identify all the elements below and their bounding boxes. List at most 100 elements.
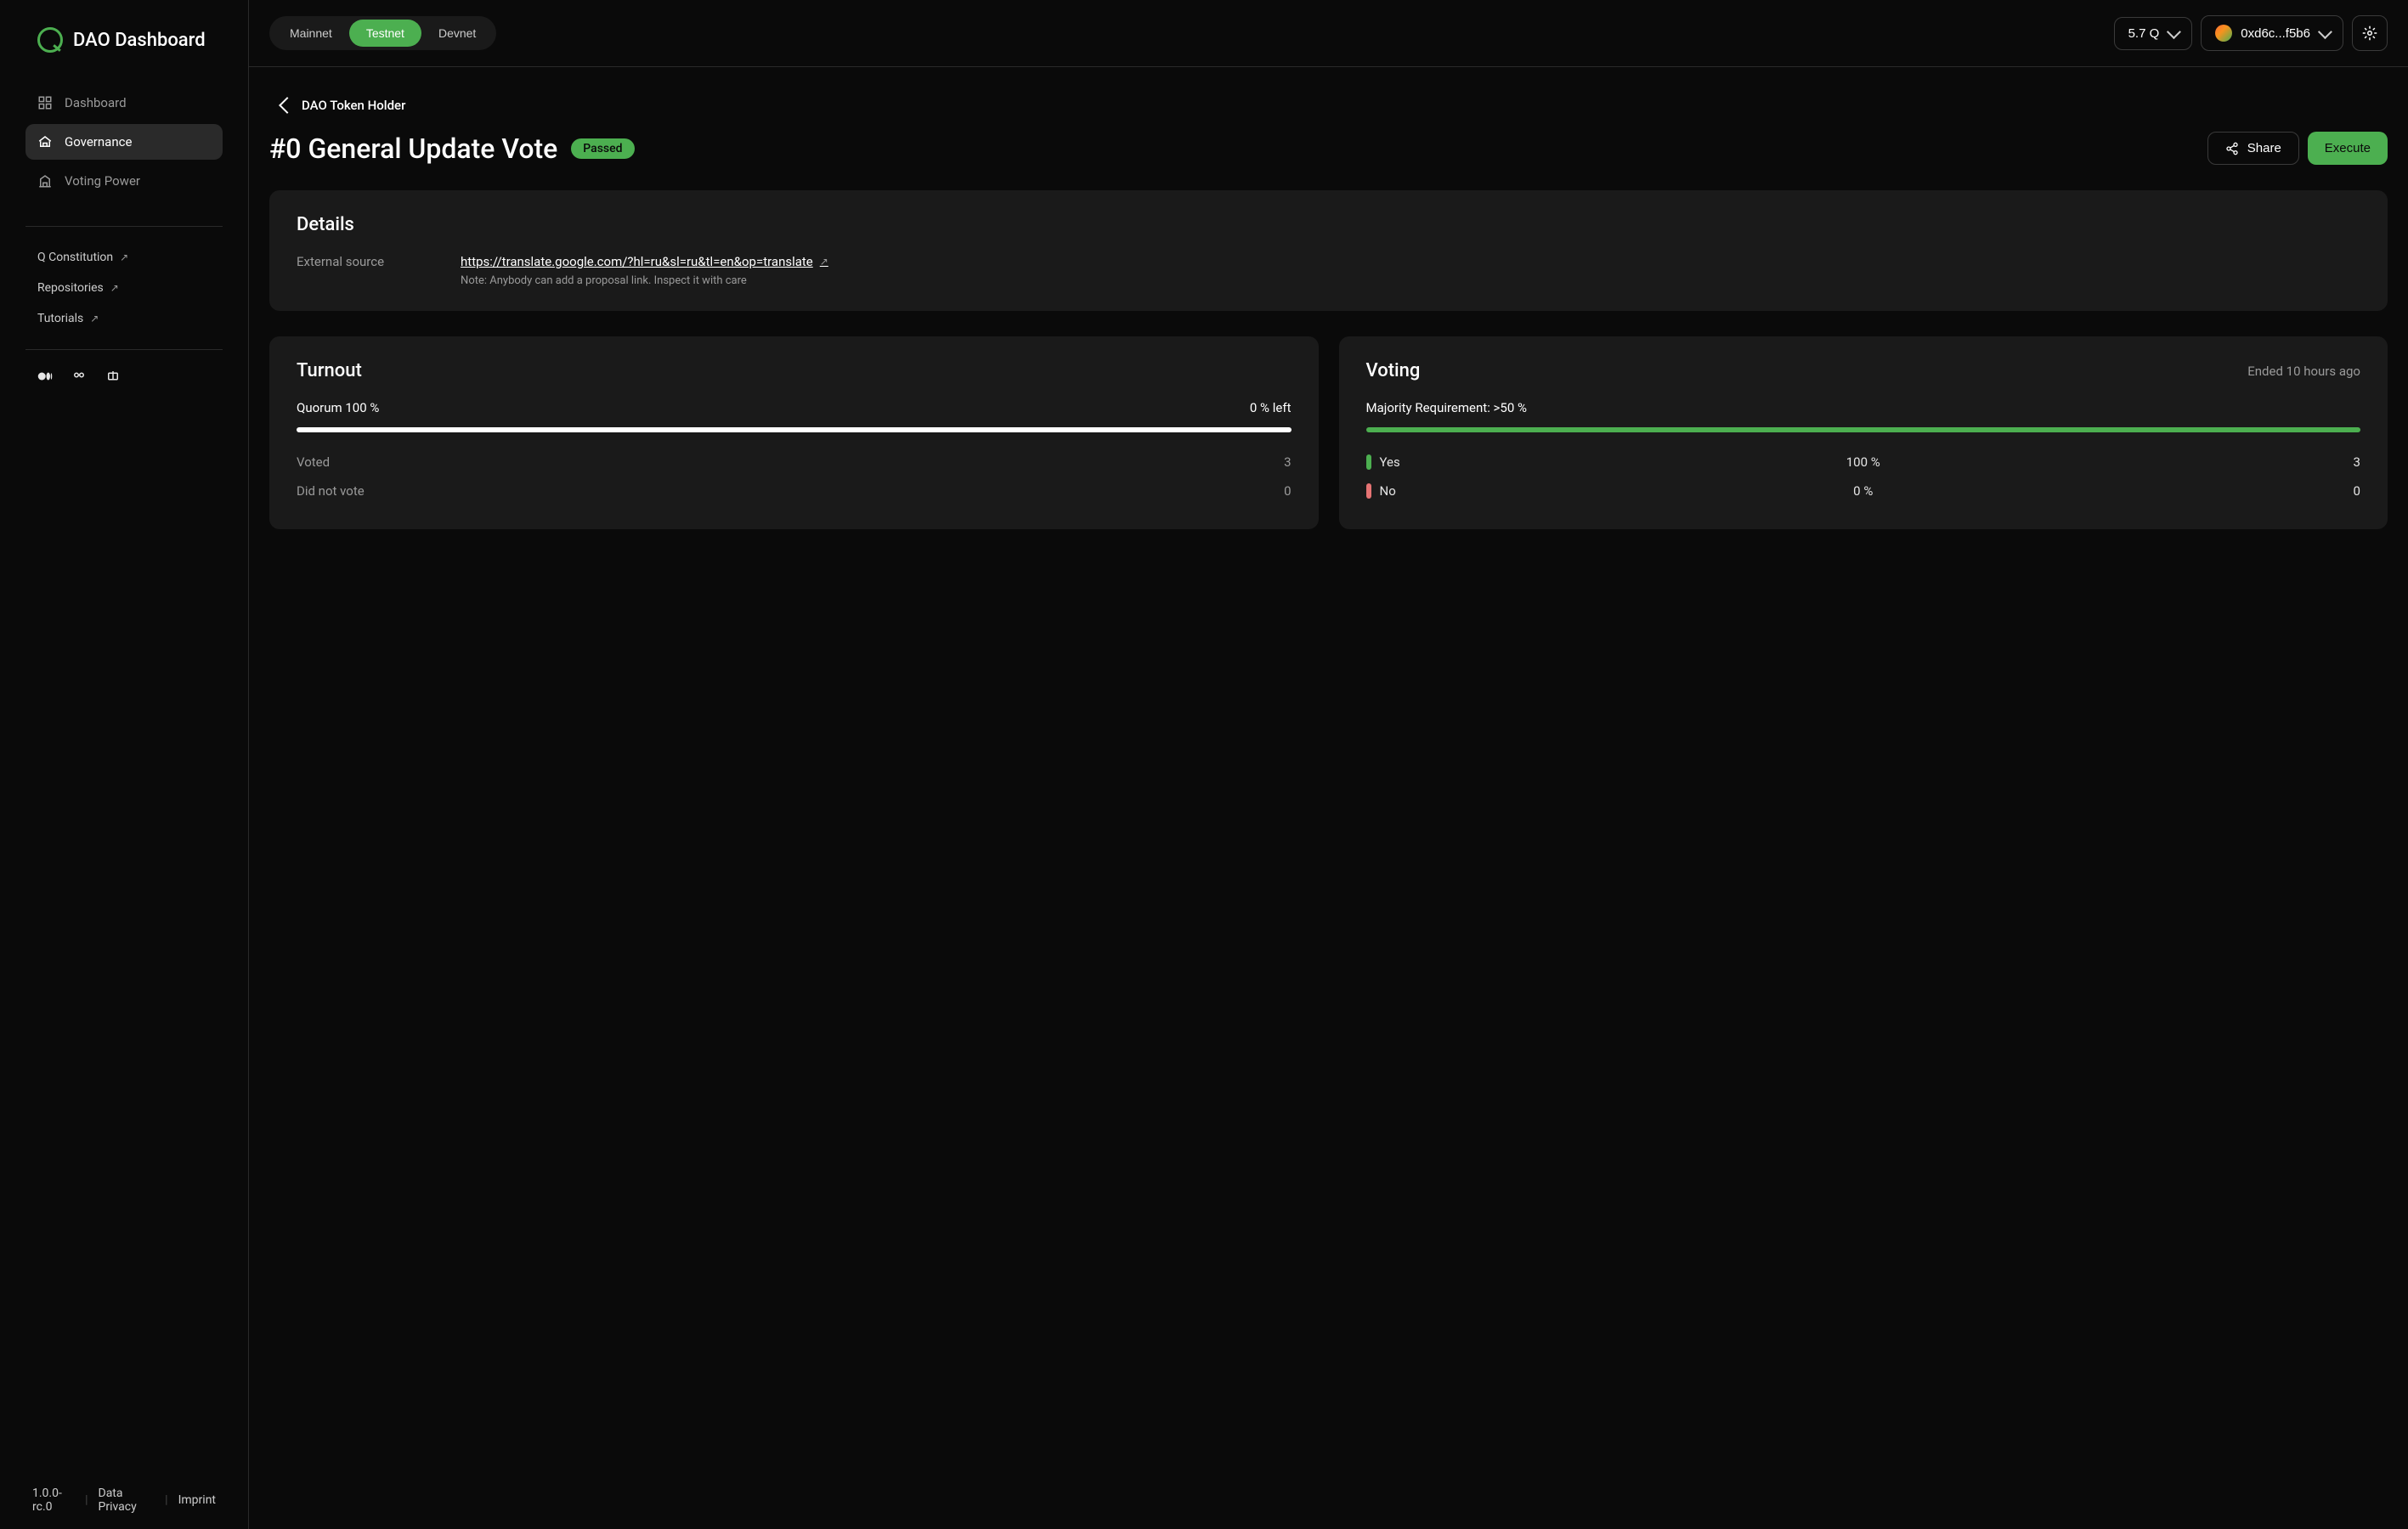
voting-progress-fill	[1366, 427, 2361, 432]
majority-row: Majority Requirement: >50 %	[1366, 400, 2361, 415]
ext-link-tutorials[interactable]: Tutorials ↗	[0, 303, 248, 334]
medium-icon[interactable]	[37, 369, 53, 384]
settings-button[interactable]	[2352, 15, 2388, 51]
voting-title: Voting	[1366, 360, 1421, 381]
sidebar-nav: Dashboard Governance Voting Power	[0, 76, 248, 211]
ext-link-label: Q Constitution	[37, 251, 113, 264]
share-icon	[2225, 142, 2239, 155]
gear-icon	[2362, 25, 2377, 41]
external-source-link[interactable]: https://translate.google.com/?hl=ru&sl=r…	[461, 254, 828, 269]
no-percent: 0 %	[1698, 483, 2029, 499]
yes-percent: 100 %	[1698, 454, 2029, 470]
heading-actions: Share Execute	[2207, 132, 2388, 165]
page-content: DAO Token Holder #0 General Update Vote …	[249, 67, 2408, 558]
share-label: Share	[2247, 141, 2281, 155]
sidebar-item-label: Governance	[65, 134, 132, 150]
sidebar-item-dashboard[interactable]: Dashboard	[25, 85, 223, 121]
page-heading-row: #0 General Update Vote Passed Share Exec…	[269, 132, 2388, 190]
no-label: No	[1380, 483, 1396, 499]
ext-link-label: Tutorials	[37, 312, 83, 325]
topbar: Mainnet Testnet Devnet 5.7 Q 0xd6c...f5b…	[249, 0, 2408, 67]
source-url-text: https://translate.google.com/?hl=ru&sl=r…	[461, 254, 813, 269]
vote-yes-row: Yes 100 % 3	[1366, 448, 2361, 477]
discord-icon[interactable]	[71, 369, 87, 384]
external-source-row: External source https://translate.google…	[297, 254, 2360, 287]
yes-label: Yes	[1380, 454, 1400, 470]
imprint-link[interactable]: Imprint	[178, 1493, 216, 1507]
wallet-address-label: 0xd6c...f5b6	[2241, 26, 2310, 41]
voted-row: Voted 3	[297, 448, 1292, 477]
did-not-vote-row: Did not vote 0	[297, 477, 1292, 505]
share-button[interactable]: Share	[2207, 132, 2299, 165]
external-link-icon: ↗	[820, 256, 828, 268]
majority-label: Majority Requirement: >50 %	[1366, 400, 1527, 415]
network-switch: Mainnet Testnet Devnet	[269, 16, 496, 50]
reddit-icon[interactable]	[105, 369, 121, 384]
quorum-label: Quorum 100 %	[297, 400, 379, 415]
sidebar-divider	[25, 349, 223, 350]
privacy-link[interactable]: Data Privacy	[99, 1487, 155, 1514]
yes-dot-icon	[1366, 454, 1371, 470]
turnout-progress-fill	[297, 427, 1292, 432]
page-title: #0 General Update Vote	[269, 133, 557, 165]
governance-icon	[37, 134, 53, 150]
main-content-area: Mainnet Testnet Devnet 5.7 Q 0xd6c...f5b…	[249, 0, 2408, 1529]
wallet-avatar-icon	[2215, 25, 2232, 42]
voting-card: Voting Ended 10 hours ago Majority Requi…	[1339, 336, 2388, 529]
sidebar-footer: 1.0.0-rc.0 | Data Privacy | Imprint	[0, 1487, 248, 1514]
ext-link-label: Repositories	[37, 281, 104, 295]
sidebar-item-voting-power[interactable]: Voting Power	[25, 163, 223, 199]
app-logo-icon	[37, 27, 63, 53]
execute-label: Execute	[2325, 141, 2371, 155]
no-dot-icon	[1366, 483, 1371, 499]
chevron-down-icon	[2318, 25, 2332, 39]
sidebar-item-governance[interactable]: Governance	[25, 124, 223, 160]
chevron-down-icon	[2167, 25, 2181, 39]
dnv-count: 0	[1284, 483, 1291, 499]
sidebar-item-label: Dashboard	[65, 95, 127, 110]
details-title: Details	[297, 214, 2360, 235]
sidebar-external-links: Q Constitution ↗ Repositories ↗ Tutorial…	[0, 242, 248, 334]
execute-button[interactable]: Execute	[2308, 132, 2388, 165]
topbar-right: 5.7 Q 0xd6c...f5b6	[2114, 15, 2388, 51]
voting-title-row: Voting Ended 10 hours ago	[1366, 360, 2361, 381]
back-link[interactable]: DAO Token Holder	[269, 96, 2388, 132]
voted-count: 3	[1284, 454, 1291, 470]
ext-link-q-constitution[interactable]: Q Constitution ↗	[0, 242, 248, 273]
vote-no-row: No 0 % 0	[1366, 477, 2361, 505]
turnout-title: Turnout	[297, 360, 1292, 381]
balance-dropdown[interactable]: 5.7 Q	[2114, 17, 2193, 50]
voted-label: Voted	[297, 454, 330, 470]
external-link-icon: ↗	[90, 313, 99, 324]
dashboard-icon	[37, 95, 53, 110]
turnout-progress-bar	[297, 427, 1292, 432]
arrow-left-icon	[279, 97, 296, 114]
sidebar-item-label: Voting Power	[65, 173, 140, 189]
external-source-label: External source	[297, 254, 384, 269]
voting-icon	[37, 173, 53, 189]
app-title: DAO Dashboard	[73, 30, 206, 51]
app-logo-area: DAO Dashboard	[0, 27, 248, 76]
vote-no-label-group: No	[1366, 483, 1698, 499]
version-label: 1.0.0-rc.0	[32, 1487, 75, 1514]
status-badge: Passed	[571, 138, 634, 159]
network-testnet-button[interactable]: Testnet	[349, 20, 421, 47]
quorum-left-label: 0 % left	[1250, 400, 1292, 415]
social-icons-row	[0, 365, 248, 387]
no-count: 0	[2029, 483, 2360, 499]
back-label: DAO Token Holder	[302, 98, 405, 113]
quorum-row: Quorum 100 % 0 % left	[297, 400, 1292, 415]
stats-panels: Turnout Quorum 100 % 0 % left Voted 3 Di…	[269, 336, 2388, 529]
wallet-dropdown[interactable]: 0xd6c...f5b6	[2201, 15, 2343, 51]
yes-count: 3	[2029, 454, 2360, 470]
source-note: Note: Anybody can add a proposal link. I…	[461, 274, 828, 287]
voting-ended-label: Ended 10 hours ago	[2247, 364, 2360, 379]
external-link-icon: ↗	[110, 282, 119, 294]
dnv-label: Did not vote	[297, 483, 365, 499]
network-devnet-button[interactable]: Devnet	[421, 20, 493, 47]
voting-progress-bar	[1366, 427, 2361, 432]
details-card: Details External source https://translat…	[269, 190, 2388, 311]
network-mainnet-button[interactable]: Mainnet	[273, 20, 349, 47]
balance-label: 5.7 Q	[2128, 26, 2160, 41]
ext-link-repositories[interactable]: Repositories ↗	[0, 273, 248, 303]
